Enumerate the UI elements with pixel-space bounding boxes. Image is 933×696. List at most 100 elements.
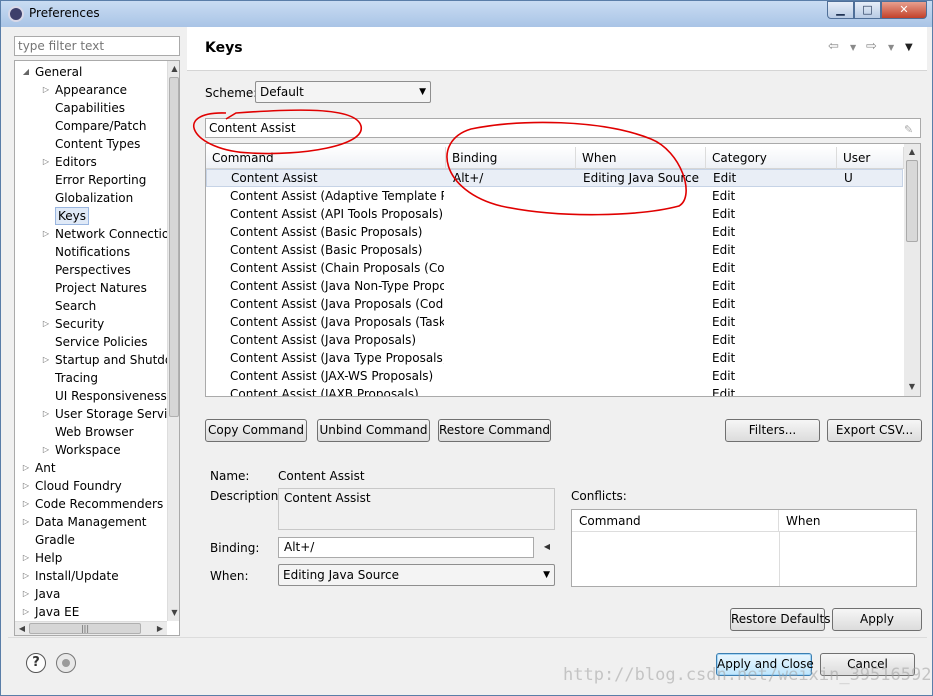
scroll-thumb[interactable]: ||| (29, 623, 141, 634)
column-header-user[interactable]: User (837, 147, 904, 169)
tree-item[interactable]: ▷ Editors (15, 153, 165, 171)
tree-item[interactable]: Web Browser (15, 423, 165, 441)
conflicts-column-command[interactable]: Command (572, 510, 779, 532)
tree-item[interactable]: Perspectives (15, 261, 165, 279)
collapsed-icon[interactable]: ▷ (21, 567, 31, 585)
help-icon[interactable]: ? (26, 653, 46, 673)
when-select[interactable]: Editing Java Source ▼ (278, 564, 555, 586)
filter-input[interactable] (14, 36, 180, 56)
tree-item[interactable]: ▷ Security (15, 315, 165, 333)
column-header-command[interactable]: Command (206, 147, 446, 169)
table-row[interactable]: Content Assist (JAX-WS Proposals) Edit (206, 367, 903, 385)
back-icon[interactable]: ⇦ (828, 39, 839, 54)
filters-button[interactable]: Filters... (725, 419, 820, 442)
binding-menu-icon[interactable]: ◀ (540, 537, 554, 557)
expanded-icon[interactable]: ◢ (21, 63, 31, 81)
tree-item[interactable]: Service Policies (15, 333, 165, 351)
tree-item[interactable]: ▷ Workspace (15, 441, 165, 459)
tree-item[interactable]: ▷ Ant (15, 459, 165, 477)
tree-item[interactable]: Gradle (15, 531, 165, 549)
import-export-icon[interactable] (56, 653, 76, 673)
collapsed-icon[interactable]: ▷ (41, 153, 51, 171)
scroll-right-icon[interactable]: ▶ (154, 622, 166, 635)
tree-item[interactable]: Keys (15, 207, 165, 225)
table-row[interactable]: Content Assist (Java Non-Type Proposals E… (206, 277, 903, 295)
tree-vertical-scrollbar[interactable]: ▲ ▼ (167, 61, 179, 621)
collapsed-icon[interactable]: ▷ (41, 81, 51, 99)
tree-item[interactable]: ◢ General (15, 63, 165, 81)
scroll-up-icon[interactable]: ▲ (168, 62, 179, 75)
tree-item[interactable]: Error Reporting (15, 171, 165, 189)
column-header-binding[interactable]: Binding (446, 147, 576, 169)
restore-command-button[interactable]: Restore Command (438, 419, 551, 442)
copy-command-button[interactable]: Copy Command (205, 419, 307, 442)
collapsed-icon[interactable]: ▷ (21, 513, 31, 531)
tree-item[interactable]: Content Types (15, 135, 165, 153)
table-row[interactable]: Content Assist (Basic Proposals) Edit (206, 241, 903, 259)
collapsed-icon[interactable]: ▷ (41, 351, 51, 369)
tree-item[interactable]: Search (15, 297, 165, 315)
export-csv-button[interactable]: Export CSV... (827, 419, 922, 442)
tree-item[interactable]: ▷ Data Management (15, 513, 165, 531)
table-row[interactable]: Content Assist (Basic Proposals) Edit (206, 223, 903, 241)
scroll-down-icon[interactable]: ▼ (168, 606, 179, 619)
table-row[interactable]: Content Assist (Java Type Proposals) Edit (206, 349, 903, 367)
table-row[interactable]: Content Assist Alt+/ Editing Java Source Ed… (206, 169, 903, 187)
scroll-left-icon[interactable]: ◀ (16, 622, 28, 635)
close-button[interactable]: ✕ (881, 1, 927, 19)
scroll-up-icon[interactable]: ▲ (904, 145, 920, 159)
conflicts-column-when[interactable]: When (779, 510, 916, 532)
scroll-down-icon[interactable]: ▼ (904, 380, 920, 394)
tree-item[interactable]: ▷ Code Recommenders (15, 495, 165, 513)
tree-item[interactable]: ▷ Install/Update (15, 567, 165, 585)
tree-item[interactable]: ▷ Appearance (15, 81, 165, 99)
tree-item[interactable]: ▷ Java EE (15, 603, 165, 621)
collapsed-icon[interactable]: ▷ (41, 225, 51, 243)
tree-item[interactable]: Project Natures (15, 279, 165, 297)
tree-item[interactable]: ▷ User Storage Service (15, 405, 179, 423)
unbind-command-button[interactable]: Unbind Command (317, 419, 430, 442)
forward-menu-icon[interactable]: ▼ (888, 43, 894, 52)
collapsed-icon[interactable]: ▷ (41, 315, 51, 333)
scroll-thumb[interactable] (169, 77, 179, 417)
view-menu-icon[interactable]: ▼ (905, 42, 913, 53)
scheme-select[interactable]: Default ▼ (255, 81, 431, 103)
command-search-input[interactable]: Content Assist ✎ (205, 118, 921, 138)
binding-input[interactable]: Alt+/ (278, 537, 534, 558)
tree-item[interactable]: Globalization (15, 189, 165, 207)
scroll-thumb[interactable] (906, 160, 918, 242)
table-scrollbar[interactable]: ▲ ▼ (904, 144, 920, 396)
tree-horizontal-scrollbar[interactable]: ◀ ||| ▶ (15, 621, 167, 635)
collapsed-icon[interactable]: ▷ (21, 549, 31, 567)
table-row[interactable]: Content Assist (Chain Proposals (Code Re… (206, 259, 903, 277)
tree-item[interactable]: ▷ Cloud Foundry (15, 477, 165, 495)
collapsed-icon[interactable]: ▷ (21, 477, 31, 495)
apply-button[interactable]: Apply (832, 608, 922, 631)
maximize-button[interactable]: □ (854, 1, 881, 19)
collapsed-icon[interactable]: ▷ (21, 459, 31, 477)
forward-icon[interactable]: ⇨ (866, 39, 877, 54)
table-row[interactable]: Content Assist (Java Proposals) Edit (206, 331, 903, 349)
column-header-category[interactable]: Category (706, 147, 837, 169)
column-header-when[interactable]: When (576, 147, 706, 169)
table-row[interactable]: Content Assist (Java Proposals (Code Rec… (206, 295, 903, 313)
title-bar[interactable]: Preferences ▁ □ ✕ (1, 1, 932, 27)
clear-icon[interactable]: ✎ (904, 121, 916, 136)
collapsed-icon[interactable]: ▷ (41, 441, 51, 459)
collapsed-icon[interactable]: ▷ (41, 405, 51, 423)
collapsed-icon[interactable]: ▷ (21, 495, 31, 513)
collapsed-icon[interactable]: ▷ (21, 585, 31, 603)
tree-item[interactable]: Capabilities (15, 99, 165, 117)
tree-item[interactable]: UI Responsiveness M (15, 387, 179, 405)
tree-item[interactable]: Notifications (15, 243, 165, 261)
back-menu-icon[interactable]: ▼ (850, 43, 856, 52)
minimize-button[interactable]: ▁ (827, 1, 854, 19)
tree-item[interactable]: Tracing (15, 369, 165, 387)
table-row[interactable]: Content Assist (Java Proposals (Task-Foc… (206, 313, 903, 331)
tree-item[interactable]: Compare/Patch (15, 117, 165, 135)
tree-item[interactable]: ▷ Startup and Shutdov (15, 351, 179, 369)
collapsed-icon[interactable]: ▷ (21, 603, 31, 621)
restore-defaults-button[interactable]: Restore Defaults (730, 608, 830, 631)
table-row[interactable]: Content Assist (JAXB Proposals) Edit (206, 385, 903, 396)
tree-item[interactable]: ▷ Network Connection (15, 225, 177, 243)
